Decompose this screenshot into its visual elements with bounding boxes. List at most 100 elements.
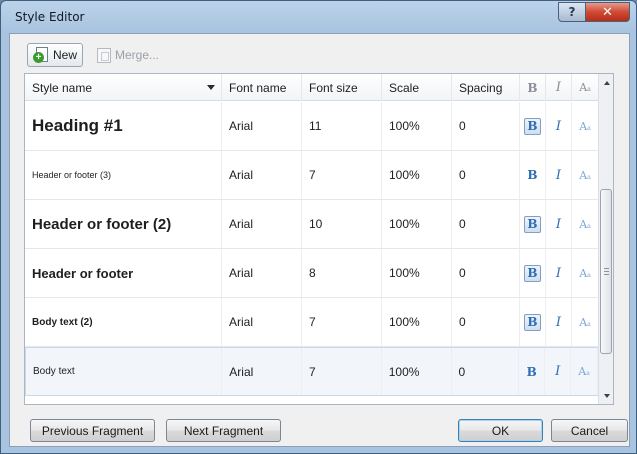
italic-toggle[interactable]: I bbox=[546, 102, 572, 150]
table-row[interactable]: Body text (2) Arial 7 100% 0 B I Aa bbox=[25, 298, 599, 347]
table-row[interactable]: Header or footer (3) Arial 7 100% 0 B I … bbox=[25, 151, 599, 200]
italic-toggle[interactable]: I bbox=[545, 348, 572, 395]
table-row[interactable]: Header or footer Arial 8 100% 0 B I Aa bbox=[25, 249, 599, 298]
grid-header: Style name Font name Font size Scale Spa… bbox=[25, 74, 599, 101]
bold-toggle[interactable]: B bbox=[520, 249, 546, 297]
bold-toggle[interactable]: B bbox=[520, 298, 546, 346]
case-toggle[interactable]: Aa bbox=[572, 102, 599, 150]
spacing-cell[interactable]: 0 bbox=[452, 249, 520, 297]
font-name-cell[interactable]: Arial bbox=[222, 102, 302, 150]
scale-cell[interactable]: 100% bbox=[382, 151, 452, 199]
sort-arrow-icon[interactable] bbox=[207, 85, 215, 90]
scroll-up-button[interactable] bbox=[599, 74, 613, 91]
case-toggle[interactable]: Aa bbox=[572, 200, 599, 248]
bold-toggle[interactable]: B bbox=[520, 200, 546, 248]
italic-icon: I bbox=[555, 216, 562, 232]
italic-toggle[interactable]: I bbox=[546, 249, 572, 297]
scroll-thumb[interactable] bbox=[600, 189, 612, 354]
bold-icon: B bbox=[526, 364, 537, 379]
spacing-cell[interactable]: 0 bbox=[452, 151, 520, 199]
small-caps-icon: Aa bbox=[578, 365, 590, 378]
column-header-font-name[interactable]: Font name bbox=[222, 74, 302, 101]
font-size-cell[interactable]: 7 bbox=[302, 298, 382, 346]
previous-fragment-button[interactable]: Previous Fragment bbox=[30, 419, 155, 442]
scale-cell[interactable]: 100% bbox=[382, 102, 452, 150]
bold-icon: B bbox=[524, 117, 541, 135]
case-toggle[interactable]: Aa bbox=[571, 348, 599, 395]
column-header-style-name[interactable]: Style name bbox=[25, 74, 222, 101]
column-header-spacing[interactable]: Spacing bbox=[452, 74, 520, 101]
column-header-case[interactable]: Aa bbox=[572, 74, 599, 101]
spacing-cell[interactable]: 0 bbox=[452, 200, 520, 248]
new-button[interactable]: + New bbox=[27, 43, 84, 67]
merge-button[interactable]: Merge... bbox=[92, 43, 164, 67]
case-toggle[interactable]: Aa bbox=[572, 151, 599, 199]
bold-icon: B bbox=[524, 264, 541, 282]
scroll-down-button[interactable] bbox=[599, 387, 613, 404]
scale-cell[interactable]: 100% bbox=[382, 249, 452, 297]
column-header-bold[interactable]: B bbox=[520, 74, 546, 101]
title-bar[interactable]: Style Editor ? ✕ bbox=[1, 1, 636, 33]
table-row[interactable]: Body text Arial 7 100% 0 B I Aa bbox=[25, 347, 599, 396]
italic-toggle[interactable]: I bbox=[546, 200, 572, 248]
small-caps-icon: Aa bbox=[579, 266, 591, 280]
small-caps-icon: Aa bbox=[579, 217, 591, 231]
help-button[interactable]: ? bbox=[558, 2, 586, 22]
font-size-cell[interactable]: 7 bbox=[302, 348, 382, 395]
case-glyph: A bbox=[579, 217, 588, 231]
cancel-button[interactable]: Cancel bbox=[551, 419, 628, 442]
table-row[interactable]: Header or footer (2) Arial 10 100% 0 B I… bbox=[25, 200, 599, 249]
column-header-scale[interactable]: Scale bbox=[382, 74, 452, 101]
case-glyph: A bbox=[579, 315, 588, 329]
font-size-cell[interactable]: 8 bbox=[302, 249, 382, 297]
column-header-italic[interactable]: I bbox=[546, 74, 572, 101]
table-row[interactable]: Heading #1 Arial 11 100% 0 B I Aa bbox=[25, 102, 599, 151]
column-label: Font size bbox=[309, 80, 358, 95]
chevron-down-icon bbox=[603, 393, 610, 398]
style-name-cell: Header or footer (2) bbox=[25, 200, 222, 248]
bold-icon: B bbox=[524, 215, 541, 233]
bold-toggle[interactable]: B bbox=[520, 151, 546, 199]
scale-cell[interactable]: 100% bbox=[382, 200, 452, 248]
scale-cell[interactable]: 100% bbox=[382, 298, 452, 346]
bold-toggle[interactable]: B bbox=[520, 102, 546, 150]
font-name-cell[interactable]: Arial bbox=[222, 200, 302, 248]
dialog-body: + New Merge... Style name Font name Font… bbox=[9, 33, 630, 447]
case-toggle[interactable]: Aa bbox=[572, 298, 599, 346]
scale-cell[interactable]: 100% bbox=[382, 348, 452, 395]
spacing-cell[interactable]: 0 bbox=[452, 102, 520, 150]
ok-button[interactable]: OK bbox=[458, 419, 543, 442]
style-editor-window: Style Editor ? ✕ + New Merge... Style na… bbox=[0, 0, 637, 454]
italic-icon: I bbox=[555, 265, 562, 281]
style-name-cell: Header or footer (3) bbox=[25, 151, 222, 199]
font-size-cell[interactable]: 7 bbox=[302, 151, 382, 199]
bold-toggle[interactable]: B bbox=[519, 348, 546, 395]
grip-icon bbox=[604, 268, 609, 275]
column-header-font-size[interactable]: Font size bbox=[302, 74, 382, 101]
small-caps-icon: Aa bbox=[579, 81, 591, 94]
vertical-scrollbar[interactable] bbox=[598, 74, 613, 404]
style-name-cell: Body text bbox=[26, 348, 223, 395]
font-name-cell[interactable]: Arial bbox=[222, 298, 302, 346]
style-name-cell: Header or footer bbox=[25, 249, 222, 297]
font-name-cell[interactable]: Arial bbox=[222, 151, 302, 199]
font-size-cell[interactable]: 10 bbox=[302, 200, 382, 248]
spacing-cell[interactable]: 0 bbox=[452, 348, 520, 395]
font-name-cell[interactable]: Arial bbox=[222, 249, 302, 297]
font-size-cell[interactable]: 11 bbox=[302, 102, 382, 150]
styles-grid: Style name Font name Font size Scale Spa… bbox=[24, 73, 614, 405]
close-button[interactable]: ✕ bbox=[585, 2, 630, 22]
next-fragment-button[interactable]: Next Fragment bbox=[166, 419, 281, 442]
style-name-cell: Heading #1 bbox=[25, 102, 222, 150]
close-icon: ✕ bbox=[602, 4, 613, 20]
italic-icon: I bbox=[555, 314, 562, 330]
spacing-cell[interactable]: 0 bbox=[452, 298, 520, 346]
case-toggle[interactable]: Aa bbox=[572, 249, 599, 297]
bold-icon: B bbox=[527, 168, 538, 182]
window-title: Style Editor bbox=[15, 10, 85, 24]
italic-toggle[interactable]: I bbox=[546, 298, 572, 346]
grid-rows: Heading #1 Arial 11 100% 0 B I Aa Header… bbox=[25, 102, 599, 396]
italic-toggle[interactable]: I bbox=[546, 151, 572, 199]
column-label: Spacing bbox=[459, 80, 503, 95]
font-name-cell[interactable]: Arial bbox=[222, 348, 303, 395]
